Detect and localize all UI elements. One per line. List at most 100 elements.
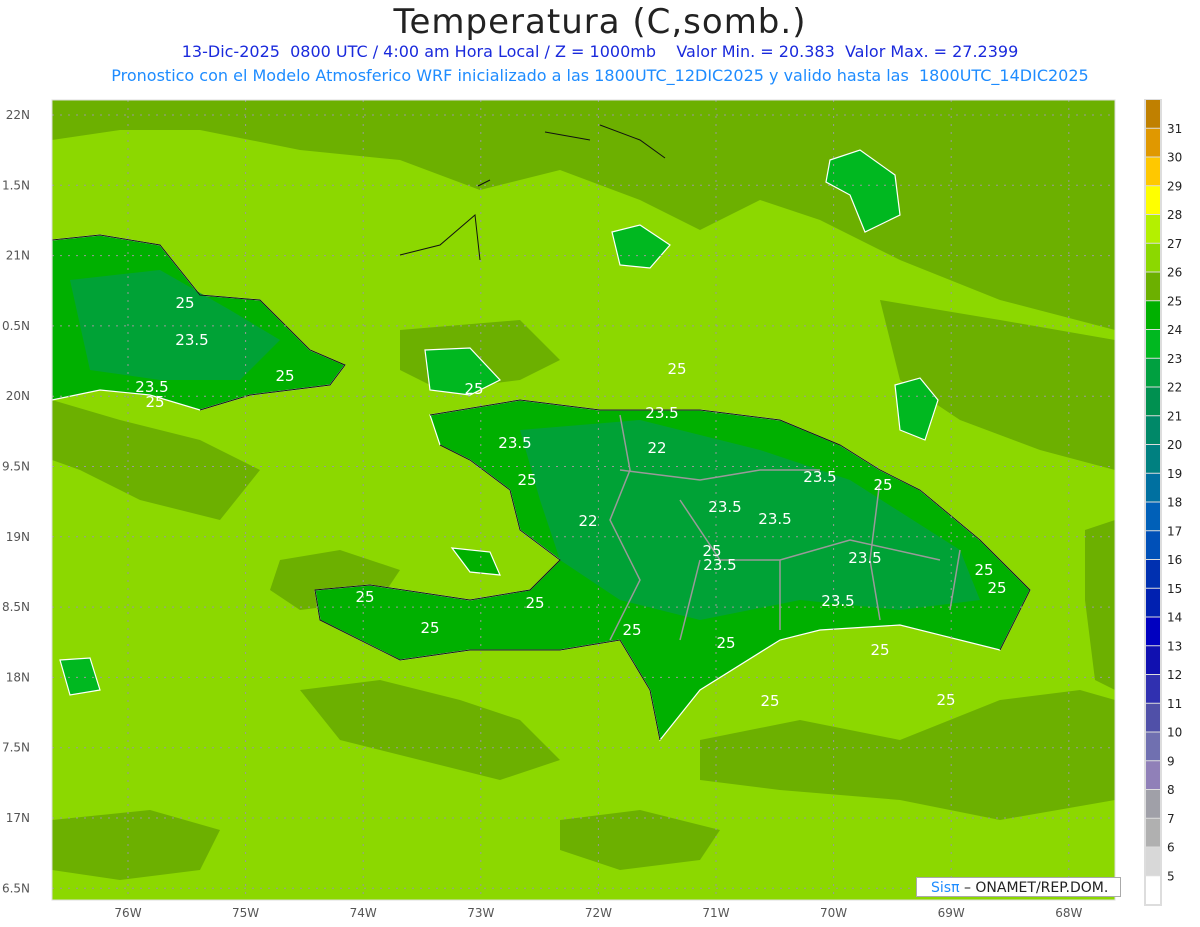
lon-tick-label: 70W: [820, 906, 847, 920]
credit-box: Sisπ – ONAMET/REP.DOM.: [916, 877, 1121, 897]
colorbar-label: 14: [1167, 611, 1182, 625]
lat-tick-label: 1.5N: [2, 178, 30, 192]
colorbar-swatch: [1146, 243, 1160, 272]
colorbar-swatch: [1146, 847, 1160, 876]
contour-label: 23.5: [803, 468, 836, 486]
colorbar-label: 6: [1167, 841, 1175, 855]
contour-label: 25: [175, 294, 194, 312]
lon-tick-label: 74W: [350, 906, 377, 920]
contour-label: 25: [622, 621, 641, 639]
colorbar-label: 31: [1167, 122, 1182, 136]
contour-label: 25: [525, 594, 544, 612]
colorbar-label: 9: [1167, 754, 1175, 768]
contour-label: 25: [987, 579, 1006, 597]
contour-label: 25: [873, 476, 892, 494]
colorbar-swatch: [1146, 215, 1160, 243]
colorbar-label: 17: [1167, 524, 1182, 538]
contour-label: 25: [464, 380, 483, 398]
colorbar-swatch: [1146, 560, 1160, 588]
colorbar-swatch: [1146, 128, 1160, 157]
colorbar-swatch: [1146, 157, 1160, 186]
colorbar-label: 10: [1167, 726, 1182, 740]
colorbar-label: 21: [1167, 409, 1182, 423]
contour-label: 22: [578, 512, 597, 530]
lat-tick-label: 21N: [6, 249, 30, 263]
lon-tick-label: 75W: [232, 906, 259, 920]
colorbar-label: 28: [1167, 208, 1182, 222]
contour-label: 23.5: [498, 434, 531, 452]
colorbar-swatch: [1146, 272, 1160, 301]
contour-label: 25: [355, 588, 374, 606]
colorbar-swatch: [1146, 387, 1160, 416]
colorbar-label: 23: [1167, 352, 1182, 366]
contour-label: 23.5: [645, 404, 678, 422]
colorbar-label: 15: [1167, 582, 1182, 596]
colorbar-swatch: [1146, 416, 1160, 444]
colorbar-label: 18: [1167, 496, 1182, 510]
contour-label: 25: [870, 641, 889, 659]
colorbar-swatch: [1146, 186, 1160, 214]
colorbar-swatch: [1146, 876, 1160, 904]
colorbar-label: 13: [1167, 639, 1182, 653]
colorbar-label: 20: [1167, 438, 1182, 452]
lon-tick-label: 69W: [938, 906, 965, 920]
contour-label: 23.5: [821, 592, 854, 610]
colorbar-swatch: [1146, 588, 1160, 617]
colorbar-swatch: [1146, 617, 1160, 646]
temperature-map: 2523.52523.52525252523.52223.52523.522 23…: [2, 99, 1182, 920]
contour-label: 25: [716, 634, 735, 652]
model-info: Pronostico con el Modelo Atmosferico WRF…: [111, 66, 1089, 85]
colorbar-swatch: [1146, 330, 1160, 358]
lat-tick-label: 20N: [6, 389, 30, 403]
colorbar-swatch: [1146, 675, 1160, 703]
colorbar-label: 26: [1167, 266, 1182, 280]
map-title: Temperatura (C,somb.): [393, 2, 807, 42]
colorbar-swatch: [1146, 502, 1160, 531]
contour-label: 23.5: [175, 331, 208, 349]
contour-label: 25: [420, 619, 439, 637]
lon-tick-label: 72W: [585, 906, 612, 920]
colorbar-label: 5: [1167, 869, 1175, 883]
contour-label: 25: [936, 691, 955, 709]
colorbar-swatch: [1146, 100, 1160, 128]
lon-tick-label: 71W: [702, 906, 729, 920]
colorbar-swatch: [1146, 703, 1160, 732]
credit-text: – ONAMET/REP.DOM.: [959, 880, 1109, 896]
forecast-time-info: 13-Dic-2025 0800 UTC / 4:00 am Hora Loca…: [181, 42, 1019, 61]
colorbar-swatch: [1146, 732, 1160, 761]
colorbar: 31 30 29 28 27 26 25 24 23 22 21 20 19 18 17 16 15 14 13 12…: [1144, 99, 1182, 906]
lat-tick-label: 8.5N: [2, 600, 30, 614]
lat-tick-label: 6.5N: [2, 881, 30, 895]
lon-tick-label: 76W: [114, 906, 141, 920]
contour-label: 25: [275, 367, 294, 385]
colorbar-label: 7: [1167, 812, 1175, 826]
colorbar-label: 22: [1167, 381, 1182, 395]
colorbar-swatch: [1146, 790, 1160, 818]
colorbar-label: 27: [1167, 237, 1182, 251]
contour-label: 25: [667, 360, 686, 378]
colorbar-label: 19: [1167, 467, 1182, 481]
colorbar-label: 11: [1167, 697, 1182, 711]
colorbar-swatch: [1146, 473, 1160, 502]
colorbar-label: 25: [1167, 294, 1182, 308]
lon-tick-label: 73W: [467, 906, 494, 920]
colorbar-swatch: [1146, 301, 1160, 329]
lat-tick-label: 18N: [6, 670, 30, 684]
lat-tick-label: 22N: [6, 108, 30, 122]
contour-label: 23.5: [708, 498, 741, 516]
colorbar-swatch: [1146, 646, 1160, 674]
contour-label: 25: [517, 471, 536, 489]
lat-tick-label: 0.5N: [2, 319, 30, 333]
colorbar-label: 8: [1167, 783, 1175, 797]
lat-tick-label: 7.5N: [2, 741, 30, 755]
contour-label: 25: [760, 692, 779, 710]
contour-label: 25: [974, 561, 993, 579]
colorbar-label: 30: [1167, 151, 1182, 165]
contour-label: 23.5: [848, 549, 881, 567]
colorbar-label: 12: [1167, 668, 1182, 682]
colorbar-label: 29: [1167, 179, 1182, 193]
credit-brand: Sisπ: [931, 880, 960, 896]
contour-label: 25: [702, 542, 721, 560]
colorbar-swatch: [1146, 818, 1160, 847]
colorbar-swatch: [1146, 358, 1160, 387]
